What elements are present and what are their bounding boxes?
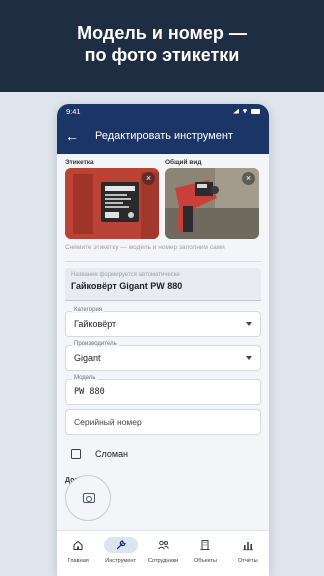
banner-title-line2: по фото этикетки	[84, 45, 240, 65]
nav-label-employees: Сотрудники	[147, 558, 179, 564]
auto-name-label: Название формируется автоматически	[71, 272, 180, 278]
serial-number-input[interactable]: Серийный номер	[65, 409, 261, 435]
model-value: PW 880	[74, 387, 105, 397]
nav-icon-wrap	[188, 537, 222, 553]
model-label: Модель	[72, 375, 98, 381]
add-photo-button[interactable]	[65, 475, 111, 521]
status-time: 9:41	[66, 106, 81, 116]
broken-label: Сломан	[95, 449, 129, 459]
broken-checkbox[interactable]	[71, 449, 81, 459]
phone-frame: 9:41 ← Редактировать инструмент Этикетка…	[57, 104, 269, 576]
nav-item-tools[interactable]: Инструмент	[99, 531, 141, 576]
nav-label-home: Главная	[67, 558, 89, 564]
app-bar: ← Редактировать инструмент	[57, 118, 269, 154]
manufacturer-label: Производитель	[72, 341, 119, 347]
remove-label-photo-button[interactable]: ×	[142, 172, 155, 185]
edit-form: Этикетка Общий вид × × Снимите этикетку …	[57, 154, 269, 530]
remove-overview-photo-button[interactable]: ×	[242, 172, 255, 185]
overview-photo[interactable]: ×	[165, 168, 259, 239]
divider	[65, 261, 261, 262]
signal-icon	[233, 108, 239, 114]
banner-title-line1: Модель и номер —	[77, 23, 247, 43]
category-value: Гайковёрт	[74, 319, 117, 329]
broken-checkbox-row[interactable]: Сломан	[65, 449, 261, 459]
bottom-navigation: Главная Инструмент Сотрудники Объекты От…	[57, 530, 269, 576]
nav-item-reports[interactable]: Отчёты	[227, 531, 269, 576]
battery-icon	[251, 108, 260, 114]
page-title: Редактировать инструмент	[95, 130, 233, 142]
auto-name-field: Название формируется автоматически Гайко…	[65, 268, 261, 301]
wrench-icon	[116, 540, 126, 550]
nav-icon-wrap	[61, 537, 95, 553]
status-icons	[233, 108, 260, 114]
nav-item-objects[interactable]: Объекты	[184, 531, 226, 576]
nav-item-employees[interactable]: Сотрудники	[142, 531, 184, 576]
manufacturer-value: Gigant	[74, 353, 101, 363]
people-icon	[157, 540, 169, 550]
label-photo[interactable]: ×	[65, 168, 159, 239]
status-bar: 9:41	[57, 104, 269, 118]
nav-label-reports: Отчёты	[238, 558, 258, 564]
nav-item-home[interactable]: Главная	[57, 531, 99, 576]
dropdown-arrow-icon	[246, 356, 252, 360]
nav-label-objects: Объекты	[193, 558, 217, 564]
photo-row: × ×	[65, 168, 261, 240]
dropdown-arrow-icon	[246, 322, 252, 326]
photo-label-tag: Этикетка	[65, 159, 94, 166]
category-select[interactable]: Категория Гайковёрт	[65, 307, 261, 337]
promo-banner: Модель и номер — по фото этикетки	[0, 0, 324, 92]
auto-name-value: Гайковёрт Gigant PW 880	[71, 281, 183, 291]
photo-hint: Снимите этикетку — модель и номер заполн…	[65, 244, 225, 251]
back-arrow-icon[interactable]: ←	[65, 128, 81, 144]
bar-chart-icon	[242, 542, 253, 551]
photo-labels: Этикетка Общий вид	[65, 154, 261, 168]
wifi-icon	[242, 108, 248, 114]
nav-icon-wrap	[146, 537, 180, 553]
building-icon	[200, 540, 210, 550]
photo-label-view: Общий вид	[165, 159, 202, 166]
nav-label-tools: Инструмент	[105, 558, 137, 564]
serial-number-placeholder: Серийный номер	[74, 417, 142, 427]
manufacturer-select[interactable]: Производитель Gigant	[65, 341, 261, 371]
nav-icon-wrap	[231, 537, 265, 553]
nav-icon-wrap	[103, 537, 138, 553]
category-label: Категория	[72, 307, 105, 313]
model-input[interactable]: Модель PW 880	[65, 375, 261, 405]
home-icon	[73, 540, 83, 551]
banner-title: Модель и номер — по фото этикетки	[0, 22, 324, 66]
camera-icon	[83, 493, 95, 503]
